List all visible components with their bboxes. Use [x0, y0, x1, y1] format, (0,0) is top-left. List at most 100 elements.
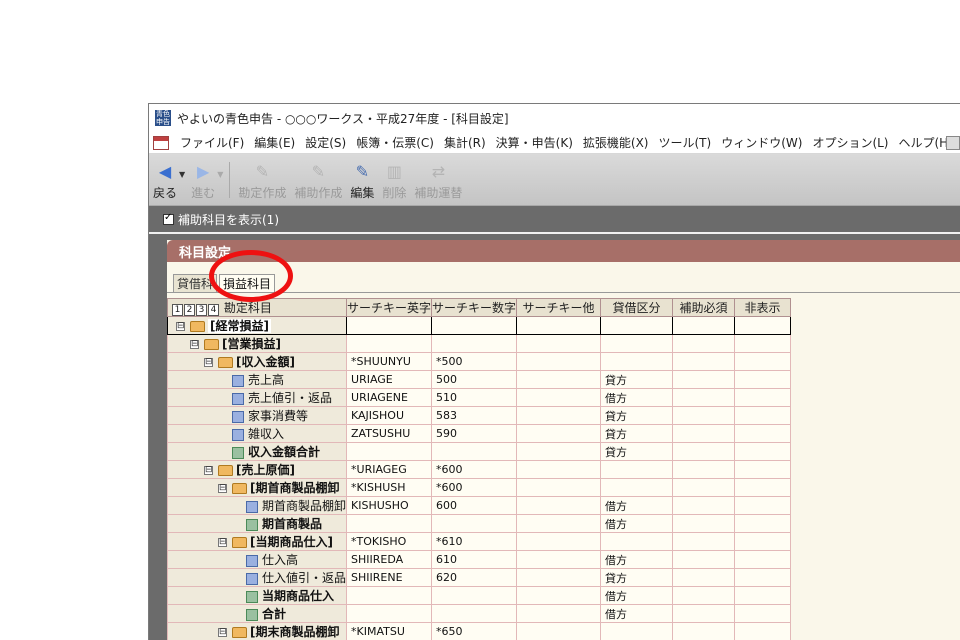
table-row[interactable]: 売上高 URIAGE 500 貸方: [166, 370, 792, 389]
table-row[interactable]: ⊟ [経常損益]: [166, 316, 792, 335]
grid-cell[interactable]: [516, 568, 602, 587]
grid-cell[interactable]: [516, 406, 602, 425]
grid-cell[interactable]: [431, 334, 518, 353]
forward-button[interactable]: ▶ 進む: [191, 160, 215, 201]
delete-button[interactable]: ▥ 削除: [382, 160, 406, 201]
level-3-button[interactable]: 3: [196, 304, 207, 316]
account-name-cell[interactable]: 売上高: [166, 370, 348, 389]
grid-cell[interactable]: [431, 316, 518, 335]
grid-cell[interactable]: 500: [431, 370, 518, 389]
grid-cell[interactable]: [516, 442, 602, 461]
account-name-cell[interactable]: ⊟ [収入金額]: [166, 352, 348, 371]
grid-cell[interactable]: SHIIREDA: [346, 550, 433, 569]
grid-cell[interactable]: [516, 496, 602, 515]
collapse-toggle-icon[interactable]: ⊟: [204, 466, 213, 475]
column-header[interactable]: 補助必須: [672, 298, 736, 317]
account-name-cell[interactable]: ⊟ [期首商製品棚卸: [166, 478, 348, 497]
table-row[interactable]: ⊟ [営業損益]: [166, 334, 792, 353]
table-row[interactable]: ⊟ [収入金額] *SHUUNYU *500: [166, 352, 792, 371]
account-name-cell[interactable]: 合計: [166, 604, 348, 623]
table-row[interactable]: 期首商製品 借方: [166, 514, 792, 533]
grid-cell[interactable]: 貸方: [600, 442, 674, 461]
grid-cell[interactable]: [672, 550, 736, 569]
table-row[interactable]: 雑収入 ZATSUSHU 590 貸方: [166, 424, 792, 443]
grid-cell[interactable]: [734, 568, 792, 587]
menu-books[interactable]: 帳簿・伝票(C): [351, 134, 439, 151]
grid-cell[interactable]: [346, 514, 433, 533]
grid-cell[interactable]: [431, 586, 518, 605]
grid-cell[interactable]: [734, 496, 792, 515]
grid-cell[interactable]: [346, 586, 433, 605]
grid-cell[interactable]: [600, 334, 674, 353]
grid-cell[interactable]: [346, 334, 433, 353]
grid-cell[interactable]: *SHUUNYU: [346, 352, 433, 371]
table-row[interactable]: 売上値引・返品 URIAGENE 510 借方: [166, 388, 792, 407]
grid-cell[interactable]: [346, 316, 433, 335]
menu-extensions[interactable]: 拡張機能(X): [578, 134, 654, 151]
grid-cell[interactable]: URIAGENE: [346, 388, 433, 407]
grid-cell[interactable]: [734, 460, 792, 479]
grid-cell[interactable]: [516, 424, 602, 443]
grid-cell[interactable]: [734, 604, 792, 623]
back-button[interactable]: ◀ 戻る: [153, 160, 177, 201]
grid-cell[interactable]: [672, 496, 736, 515]
table-row[interactable]: 合計 借方: [166, 604, 792, 623]
grid-cell[interactable]: [734, 532, 792, 551]
column-header[interactable]: 非表示: [734, 298, 792, 317]
back-dropdown-icon[interactable]: ▼: [179, 170, 185, 179]
account-name-cell[interactable]: 収入金額合計: [166, 442, 348, 461]
table-row[interactable]: 家事消費等 KAJISHOU 583 貸方: [166, 406, 792, 425]
grid-cell[interactable]: [600, 460, 674, 479]
grid-cell[interactable]: *500: [431, 352, 518, 371]
grid-cell[interactable]: [516, 316, 602, 335]
menu-edit[interactable]: 編集(E): [249, 134, 300, 151]
grid-cell[interactable]: 583: [431, 406, 518, 425]
column-header[interactable]: サーチキー数字: [431, 298, 518, 317]
grid-cell[interactable]: [346, 604, 433, 623]
grid-cell[interactable]: [734, 550, 792, 569]
grid-cell[interactable]: [672, 406, 736, 425]
grid-cell[interactable]: [672, 388, 736, 407]
grid-cell[interactable]: [600, 532, 674, 551]
collapse-toggle-icon[interactable]: ⊟: [176, 322, 185, 331]
show-sub-accounts-checkbox[interactable]: [163, 212, 174, 225]
collapse-toggle-icon[interactable]: ⊟: [218, 628, 227, 637]
grid-cell[interactable]: [672, 442, 736, 461]
grid-cell[interactable]: 借方: [600, 604, 674, 623]
grid-cell[interactable]: *650: [431, 622, 518, 640]
grid-cell[interactable]: [672, 586, 736, 605]
menu-options[interactable]: オプション(L): [807, 134, 893, 151]
grid-cell[interactable]: [346, 442, 433, 461]
grid-cell[interactable]: 借方: [600, 496, 674, 515]
grid-cell[interactable]: *610: [431, 532, 518, 551]
grid-cell[interactable]: [672, 460, 736, 479]
account-name-cell[interactable]: 期首商製品棚卸: [166, 496, 348, 515]
grid-cell[interactable]: SHIIRENE: [346, 568, 433, 587]
grid-cell[interactable]: [516, 478, 602, 497]
level-1-button[interactable]: 1: [172, 304, 183, 316]
grid-cell[interactable]: [734, 316, 792, 335]
grid-cell[interactable]: 510: [431, 388, 518, 407]
grid-cell[interactable]: 貸方: [600, 568, 674, 587]
table-row[interactable]: 仕入値引・返品 SHIIRENE 620 貸方: [166, 568, 792, 587]
grid-cell[interactable]: *600: [431, 460, 518, 479]
account-name-cell[interactable]: ⊟ [当期商品仕入]: [166, 532, 348, 551]
show-sub-accounts-label[interactable]: 補助科目を表示(1): [178, 211, 279, 228]
menu-settings[interactable]: 設定(S): [300, 134, 351, 151]
grid-cell[interactable]: [672, 370, 736, 389]
grid-cell[interactable]: [516, 370, 602, 389]
window-control-icon[interactable]: [946, 136, 960, 150]
grid-cell[interactable]: [672, 514, 736, 533]
grid-cell[interactable]: 貸方: [600, 424, 674, 443]
menu-window[interactable]: ウィンドウ(W): [716, 134, 807, 151]
level-4-button[interactable]: 4: [208, 304, 219, 316]
grid-cell[interactable]: [516, 388, 602, 407]
grid-cell[interactable]: [672, 604, 736, 623]
column-header[interactable]: サーチキー他: [516, 298, 602, 317]
grid-cell[interactable]: [734, 478, 792, 497]
grid-cell[interactable]: 610: [431, 550, 518, 569]
grid-cell[interactable]: [516, 586, 602, 605]
grid-cell[interactable]: *KISHUSH: [346, 478, 433, 497]
grid-cell[interactable]: [516, 460, 602, 479]
menu-closing[interactable]: 決算・申告(K): [491, 134, 578, 151]
